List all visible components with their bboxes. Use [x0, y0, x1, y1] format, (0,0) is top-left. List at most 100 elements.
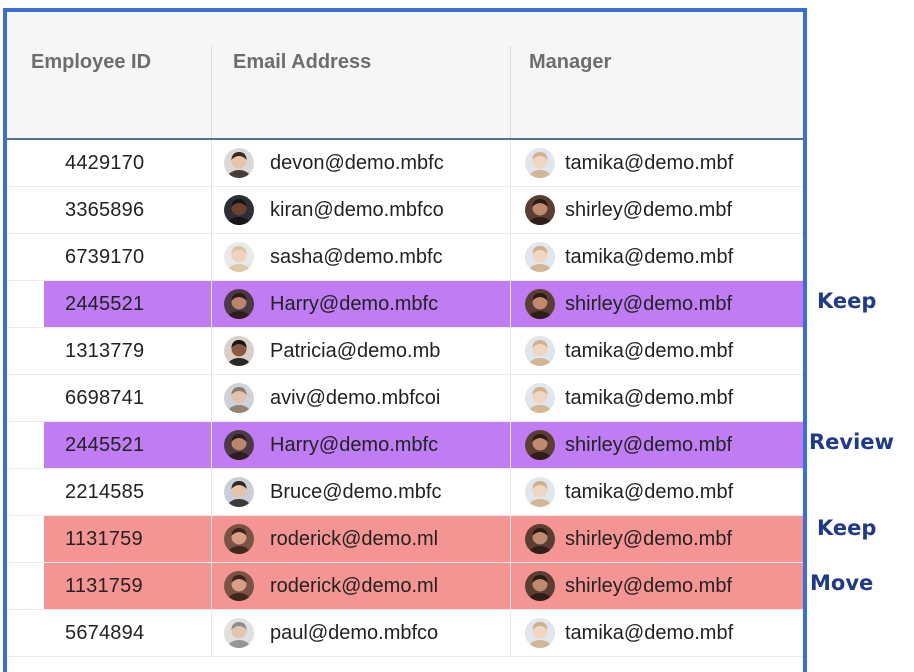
annotation-label: Move	[810, 571, 874, 595]
employee-id: 2445521	[65, 293, 145, 315]
manager-avatar	[525, 336, 555, 366]
avatar	[224, 242, 254, 272]
column-header-manager[interactable]: Manager	[529, 12, 611, 138]
manager-email: shirley@demo.mbf	[565, 293, 733, 315]
employee-id-cell[interactable]: 1131759	[7, 563, 211, 610]
annotation-label: Keep	[817, 289, 877, 313]
email-cell[interactable]: roderick@demo.ml	[211, 516, 510, 563]
column-header-email[interactable]: Email Address	[233, 12, 371, 138]
employee-id-cell[interactable]: 1131759	[7, 516, 211, 563]
employee-id-cell[interactable]: 3365896	[7, 187, 211, 234]
manager-avatar	[525, 618, 555, 648]
manager-cell[interactable]: shirley@demo.mbf	[510, 422, 803, 469]
employee-id-cell[interactable]: 1313779	[7, 328, 211, 375]
manager-email: shirley@demo.mbf	[565, 575, 733, 597]
manager-avatar	[525, 571, 555, 601]
manager-avatar	[525, 242, 555, 272]
manager-email: tamika@demo.mbf	[565, 387, 734, 409]
annotation-label: Keep	[817, 516, 877, 540]
table-row[interactable]: 4429170 devon@demo.mbfc tamika@demo.mbf	[7, 140, 803, 187]
manager-cell[interactable]: tamika@demo.mbf	[510, 328, 803, 375]
manager-email: tamika@demo.mbf	[565, 481, 734, 503]
manager-avatar	[525, 148, 555, 178]
employee-id: 1313779	[65, 340, 145, 362]
email-address: roderick@demo.ml	[270, 575, 439, 597]
manager-email: shirley@demo.mbf	[565, 434, 733, 456]
employee-id-cell[interactable]: 6698741	[7, 375, 211, 422]
manager-email: tamika@demo.mbf	[565, 340, 734, 362]
avatar	[224, 430, 254, 460]
email-cell[interactable]: paul@demo.mbfco	[211, 610, 510, 657]
email-address: Harry@demo.mbfc	[270, 434, 439, 456]
table-row[interactable]: 1131759 roderick@demo.ml shirley@demo.mbf	[7, 516, 803, 563]
manager-email: tamika@demo.mbf	[565, 152, 734, 174]
manager-avatar	[525, 195, 555, 225]
manager-email: shirley@demo.mbf	[565, 528, 733, 550]
table-row[interactable]: 1131759 roderick@demo.ml shirley@demo.mbf	[7, 563, 803, 610]
email-cell[interactable]: Patricia@demo.mb	[211, 328, 510, 375]
table-row[interactable]: 3365896 kiran@demo.mbfco shirley@demo.mbf	[7, 187, 803, 234]
manager-cell[interactable]: tamika@demo.mbf	[510, 469, 803, 516]
employee-id-cell[interactable]: 2214585	[7, 469, 211, 516]
employee-id: 1131759	[65, 528, 143, 550]
employee-id-cell[interactable]: 6739170	[7, 234, 211, 281]
avatar	[224, 571, 254, 601]
employee-id: 2445521	[65, 434, 145, 456]
email-cell[interactable]: Harry@demo.mbfc	[211, 281, 510, 328]
manager-cell[interactable]: shirley@demo.mbf	[510, 516, 803, 563]
table-row[interactable]: 6739170 sasha@demo.mbfc tamika@demo.mbf	[7, 234, 803, 281]
avatar	[224, 383, 254, 413]
manager-avatar	[525, 524, 555, 554]
manager-avatar	[525, 430, 555, 460]
email-cell[interactable]: kiran@demo.mbfco	[211, 187, 510, 234]
manager-cell[interactable]: shirley@demo.mbf	[510, 281, 803, 328]
column-divider[interactable]	[211, 46, 212, 138]
manager-cell[interactable]: shirley@demo.mbf	[510, 187, 803, 234]
avatar	[224, 195, 254, 225]
column-divider[interactable]	[510, 46, 511, 138]
email-cell[interactable]: aviv@demo.mbfcoi	[211, 375, 510, 422]
email-address: paul@demo.mbfco	[270, 622, 439, 644]
email-cell[interactable]: roderick@demo.ml	[211, 563, 510, 610]
employee-id-cell[interactable]: 2445521	[7, 281, 211, 328]
table-row[interactable]: 2445521 Harry@demo.mbfc shirley@demo.mbf	[7, 422, 803, 469]
manager-avatar	[525, 289, 555, 319]
manager-email: shirley@demo.mbf	[565, 199, 733, 221]
employee-id: 5674894	[65, 622, 145, 644]
table-row[interactable]: 1313779 Patricia@demo.mb tamika@demo.mbf	[7, 328, 803, 375]
email-cell[interactable]: Harry@demo.mbfc	[211, 422, 510, 469]
email-address: devon@demo.mbfc	[270, 152, 444, 174]
email-address: Bruce@demo.mbfc	[270, 481, 442, 503]
email-address: aviv@demo.mbfcoi	[270, 387, 441, 409]
manager-cell[interactable]: shirley@demo.mbf	[510, 563, 803, 610]
manager-cell[interactable]: tamika@demo.mbf	[510, 140, 803, 187]
manager-email: tamika@demo.mbf	[565, 622, 734, 644]
table-row[interactable]: 5674894 paul@demo.mbfco tamika@demo.mbf	[7, 610, 803, 657]
employee-id: 1131759	[65, 575, 143, 597]
annotation-label: Review	[809, 430, 894, 454]
employee-id: 3365896	[65, 199, 145, 221]
employee-id: 4429170	[65, 152, 145, 174]
manager-cell[interactable]: tamika@demo.mbf	[510, 375, 803, 422]
email-address: kiran@demo.mbfco	[270, 199, 444, 221]
avatar	[224, 336, 254, 366]
employee-id-cell[interactable]: 5674894	[7, 610, 211, 657]
email-cell[interactable]: devon@demo.mbfc	[211, 140, 510, 187]
employee-id: 6739170	[65, 246, 145, 268]
employee-id-cell[interactable]: 4429170	[7, 140, 211, 187]
email-cell[interactable]: sasha@demo.mbfc	[211, 234, 510, 281]
table-row[interactable]: 2445521 Harry@demo.mbfc shirley@demo.mbf	[7, 281, 803, 328]
column-header-employee-id[interactable]: Employee ID	[31, 12, 151, 138]
avatar	[224, 618, 254, 648]
table-row[interactable]: 2214585 Bruce@demo.mbfc tamika@demo.mbf	[7, 469, 803, 516]
manager-cell[interactable]: tamika@demo.mbf	[510, 234, 803, 281]
email-address: Harry@demo.mbfc	[270, 293, 439, 315]
employee-table: Employee ID Email Address Manager 442917…	[3, 8, 807, 672]
manager-email: tamika@demo.mbf	[565, 246, 734, 268]
table-row[interactable]: 6698741 aviv@demo.mbfcoi tamika@demo.mbf	[7, 375, 803, 422]
manager-avatar	[525, 477, 555, 507]
avatar	[224, 524, 254, 554]
manager-cell[interactable]: tamika@demo.mbf	[510, 610, 803, 657]
employee-id-cell[interactable]: 2445521	[7, 422, 211, 469]
email-cell[interactable]: Bruce@demo.mbfc	[211, 469, 510, 516]
